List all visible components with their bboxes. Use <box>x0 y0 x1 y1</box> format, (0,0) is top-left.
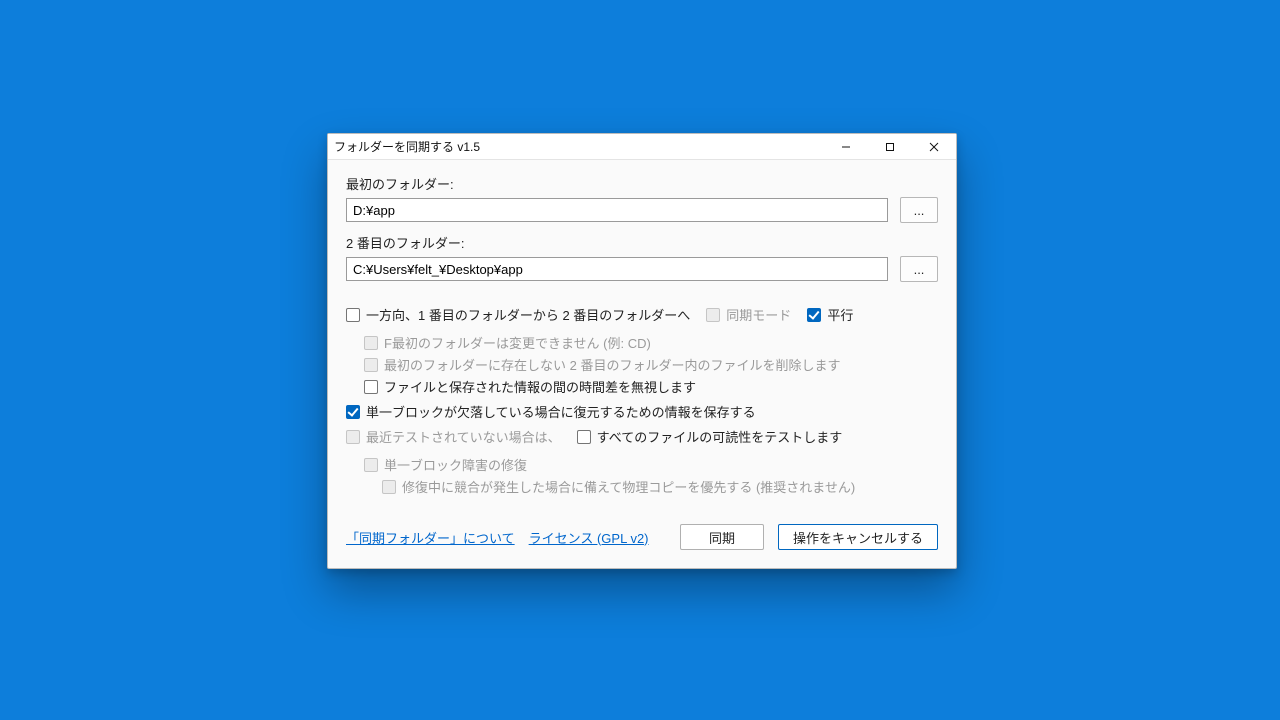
if-not-tested-checkbox <box>346 430 360 444</box>
one-way-checkbox[interactable] <box>346 308 360 322</box>
folder1-browse-button[interactable]: ... <box>900 197 938 223</box>
first-readonly-checkbox <box>364 336 378 350</box>
test-all-readability-checkbox[interactable] <box>577 430 591 444</box>
parallel-checkbox[interactable] <box>807 308 821 322</box>
repair-block-label: 単一ブロック障害の修復 <box>384 455 527 474</box>
sync-button[interactable]: 同期 <box>680 524 764 550</box>
store-restore-info-checkbox[interactable] <box>346 405 360 419</box>
folder2-browse-button[interactable]: ... <box>900 256 938 282</box>
prefer-physical-copy-label: 修復中に競合が発生した場合に備えて物理コピーを優先する (推奨されません) <box>402 477 855 496</box>
delete-missing-checkbox <box>364 358 378 372</box>
repair-block-checkbox <box>364 458 378 472</box>
about-link[interactable]: 「同期フォルダー」について <box>346 528 515 547</box>
ignore-time-diff-label: ファイルと保存された情報の間の時間差を無視します <box>384 377 696 396</box>
prefer-physical-copy-checkbox <box>382 480 396 494</box>
titlebar[interactable]: フォルダーを同期する v1.5 <box>328 134 956 160</box>
parallel-label: 平行 <box>827 305 853 324</box>
folder2-label: 2 番目のフォルダー: <box>346 233 938 252</box>
ignore-time-diff-checkbox[interactable] <box>364 380 378 394</box>
dialog-body: 最初のフォルダー: ... 2 番目のフォルダー: ... 一方向、1 番目のフ… <box>328 160 956 568</box>
if-not-tested-label: 最近テストされていない場合は、 <box>366 427 561 446</box>
delete-missing-label: 最初のフォルダーに存在しない 2 番目のフォルダー内のファイルを削除します <box>384 355 840 374</box>
maximize-button[interactable] <box>868 134 912 160</box>
dialog-window: フォルダーを同期する v1.5 最初のフォルダー: ... 2 番目のフォルダー… <box>327 133 957 569</box>
folder1-label: 最初のフォルダー: <box>346 174 938 193</box>
folder2-input[interactable] <box>346 257 888 281</box>
sync-mode-checkbox <box>706 308 720 322</box>
first-readonly-label: F最初のフォルダーは変更できません (例: CD) <box>384 333 651 352</box>
folder1-input[interactable] <box>346 198 888 222</box>
sync-mode-label: 同期モード <box>726 305 791 324</box>
direction-row: 一方向、1 番目のフォルダーから 2 番目のフォルダーへ 同期モード 平行 <box>346 302 938 327</box>
cancel-button[interactable]: 操作をキャンセルする <box>778 524 938 550</box>
test-all-readability-label: すべてのファイルの可読性をテストします <box>597 427 843 446</box>
license-link[interactable]: ライセンス (GPL v2) <box>529 528 649 547</box>
footer: 「同期フォルダー」について ライセンス (GPL v2) 同期 操作をキャンセル… <box>346 524 938 550</box>
one-way-label: 一方向、1 番目のフォルダーから 2 番目のフォルダーへ <box>366 305 690 324</box>
close-button[interactable] <box>912 134 956 160</box>
window-title: フォルダーを同期する v1.5 <box>334 138 824 155</box>
store-restore-info-label: 単一ブロックが欠落している場合に復元するための情報を保存する <box>366 402 756 421</box>
minimize-button[interactable] <box>824 134 868 160</box>
